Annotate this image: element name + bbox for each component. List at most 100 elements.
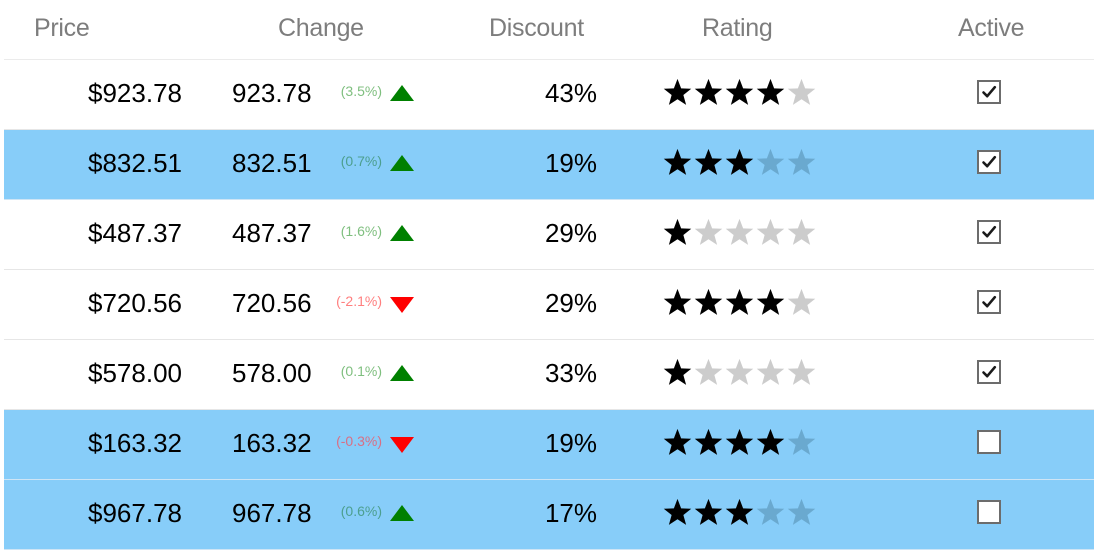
rating-stars[interactable] [662, 130, 817, 199]
star-filled-icon[interactable] [662, 497, 693, 527]
discount-cell: 33% [544, 358, 597, 388]
change-percent: (1.6%) [340, 223, 382, 239]
star-filled-icon[interactable] [693, 427, 724, 457]
rating-stars[interactable] [662, 60, 817, 129]
active-checkbox-checked[interactable] [977, 150, 1001, 174]
active-checkbox-checked[interactable] [977, 220, 1001, 244]
checkmark-icon [982, 365, 997, 378]
arrow-up-icon [390, 505, 414, 521]
discount-cell: 17% [544, 498, 597, 528]
checkmark-icon [982, 85, 997, 98]
rating-stars[interactable] [662, 410, 817, 479]
active-checkbox-unchecked[interactable] [977, 430, 1001, 454]
table-row[interactable]: $923.78 923.78 (3.5%) 43% [4, 60, 1094, 130]
star-empty-icon[interactable] [693, 357, 724, 387]
active-checkbox-checked[interactable] [977, 360, 1001, 384]
table-row[interactable]: $487.37 487.37 (1.6%) 29% [4, 200, 1094, 270]
star-empty-icon[interactable] [786, 497, 817, 527]
star-filled-icon[interactable] [662, 357, 693, 387]
star-empty-icon[interactable] [724, 357, 755, 387]
column-header-price[interactable]: Price [34, 0, 90, 60]
arrow-up-icon [390, 225, 414, 241]
rating-stars[interactable] [662, 200, 817, 269]
price-cell: $967.78 [88, 498, 182, 528]
star-filled-icon[interactable] [693, 147, 724, 177]
star-filled-icon[interactable] [662, 427, 693, 457]
grid-body: $923.78 923.78 (3.5%) 43% $832.51 832.51… [4, 60, 1094, 550]
active-checkbox-unchecked[interactable] [977, 500, 1001, 524]
star-empty-icon[interactable] [693, 217, 724, 247]
star-empty-icon[interactable] [755, 357, 786, 387]
star-filled-icon[interactable] [724, 427, 755, 457]
star-filled-icon[interactable] [724, 287, 755, 317]
arrow-up-icon [390, 155, 414, 171]
table-row[interactable]: $163.32 163.32 (-0.3%) 19% [4, 410, 1094, 480]
column-header-change[interactable]: Change [278, 0, 364, 60]
star-filled-icon[interactable] [755, 77, 786, 107]
discount-cell: 43% [544, 78, 597, 108]
change-value-cell: 578.00 [232, 358, 312, 388]
star-empty-icon[interactable] [755, 147, 786, 177]
star-filled-icon[interactable] [755, 287, 786, 317]
star-empty-icon[interactable] [755, 497, 786, 527]
change-value-cell: 720.56 [232, 288, 312, 318]
checkmark-icon [982, 155, 997, 168]
change-percent: (-2.1%) [336, 293, 382, 309]
arrow-down-icon [390, 437, 414, 453]
change-percent: (0.7%) [340, 153, 382, 169]
star-empty-icon[interactable] [786, 147, 817, 177]
checkmark-icon [982, 295, 997, 308]
star-filled-icon[interactable] [693, 497, 724, 527]
star-empty-icon[interactable] [786, 77, 817, 107]
table-row[interactable]: $720.56 720.56 (-2.1%) 29% [4, 270, 1094, 340]
price-cell: $720.56 [88, 288, 182, 318]
star-filled-icon[interactable] [662, 217, 693, 247]
star-filled-icon[interactable] [755, 427, 786, 457]
grid-header: Price Change Discount Rating Active [4, 0, 1094, 60]
star-empty-icon[interactable] [786, 427, 817, 457]
change-value-cell: 923.78 [232, 78, 312, 108]
rating-stars[interactable] [662, 480, 817, 549]
star-filled-icon[interactable] [662, 77, 693, 107]
price-cell: $923.78 [88, 78, 182, 108]
arrow-up-icon [390, 85, 414, 101]
price-cell: $832.51 [88, 148, 182, 178]
price-cell: $578.00 [88, 358, 182, 388]
star-empty-icon[interactable] [786, 217, 817, 247]
star-filled-icon[interactable] [693, 287, 724, 317]
star-empty-icon[interactable] [786, 287, 817, 317]
change-percent: (0.6%) [340, 503, 382, 519]
active-checkbox-checked[interactable] [977, 290, 1001, 314]
rating-stars[interactable] [662, 340, 817, 409]
arrow-up-icon [390, 365, 414, 381]
data-grid: Price Change Discount Rating Active $923… [4, 0, 1094, 550]
discount-cell: 19% [544, 148, 597, 178]
table-row[interactable]: $578.00 578.00 (0.1%) 33% [4, 340, 1094, 410]
discount-cell: 29% [544, 218, 597, 248]
change-value-cell: 832.51 [232, 148, 312, 178]
star-empty-icon[interactable] [724, 217, 755, 247]
star-filled-icon[interactable] [724, 147, 755, 177]
column-header-active[interactable]: Active [958, 0, 1025, 60]
change-percent: (0.1%) [340, 363, 382, 379]
star-filled-icon[interactable] [662, 287, 693, 317]
change-value-cell: 163.32 [232, 428, 312, 458]
star-filled-icon[interactable] [662, 147, 693, 177]
star-filled-icon[interactable] [693, 77, 724, 107]
rating-stars[interactable] [662, 270, 817, 339]
table-row[interactable]: $967.78 967.78 (0.6%) 17% [4, 480, 1094, 550]
column-header-rating[interactable]: Rating [702, 0, 773, 60]
change-percent: (3.5%) [340, 83, 382, 99]
checkmark-icon [982, 225, 997, 238]
star-empty-icon[interactable] [755, 217, 786, 247]
star-filled-icon[interactable] [724, 77, 755, 107]
table-row[interactable]: $832.51 832.51 (0.7%) 19% [4, 130, 1094, 200]
star-empty-icon[interactable] [786, 357, 817, 387]
price-cell: $163.32 [88, 428, 182, 458]
active-checkbox-checked[interactable] [977, 80, 1001, 104]
discount-cell: 29% [544, 288, 597, 318]
star-filled-icon[interactable] [724, 497, 755, 527]
change-value-cell: 967.78 [232, 498, 312, 528]
arrow-down-icon [390, 297, 414, 313]
column-header-discount[interactable]: Discount [489, 0, 584, 60]
